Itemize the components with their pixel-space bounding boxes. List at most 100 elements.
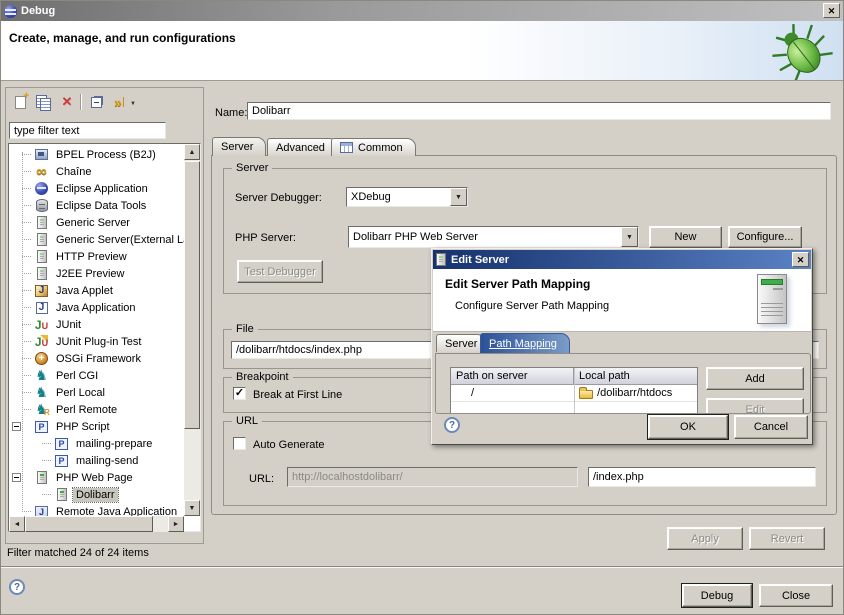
tree-item[interactable]: Perl Remote — [9, 401, 184, 418]
filter-icon — [114, 94, 124, 110]
tree-item[interactable]: Perl Local — [9, 384, 184, 401]
server-icon — [37, 267, 47, 280]
name-label: Name: — [215, 106, 247, 120]
ok-button[interactable]: OK — [648, 415, 728, 439]
tree-item[interactable]: PHP Web Page — [9, 469, 184, 486]
tree-item-label: Generic Server — [53, 216, 133, 230]
tree-item[interactable]: Java Application — [9, 299, 184, 316]
add-mapping-button[interactable]: Add — [706, 367, 804, 390]
java-icon — [36, 302, 48, 314]
junitp-icon — [35, 335, 48, 349]
collapse-expander-icon[interactable] — [12, 473, 21, 482]
new-configuration-button[interactable] — [9, 91, 31, 113]
column-path-on-server[interactable]: Path on server — [451, 368, 574, 384]
tree-item-label: JUnit Plug-in Test — [53, 335, 144, 349]
scroll-left-button[interactable]: ◄ — [9, 516, 25, 532]
break-first-line-checkbox[interactable] — [233, 387, 246, 400]
break-first-line-label: Break at First Line — [253, 388, 342, 402]
duplicate-configuration-button[interactable] — [32, 91, 54, 113]
tab-advanced[interactable]: Advanced — [267, 138, 338, 156]
delete-configuration-button[interactable] — [56, 91, 78, 113]
edit-server-title: Edit Server — [451, 254, 509, 266]
close-icon — [797, 254, 805, 266]
server-debugger-combo[interactable]: XDebug — [346, 187, 468, 207]
eclipse-icon — [4, 5, 17, 18]
dialog-tab-server[interactable]: Server — [436, 334, 486, 352]
auto-generate-checkbox[interactable] — [233, 437, 246, 450]
collapse-all-button[interactable] — [85, 91, 107, 113]
window-titlebar[interactable]: Debug — [1, 1, 844, 21]
window-title: Debug — [21, 5, 55, 17]
tree-item-label: Dolibarr — [73, 488, 118, 502]
tree-item[interactable]: Remote Java Application — [9, 503, 184, 516]
scroll-down-button[interactable]: ▼ — [184, 500, 200, 516]
server-icon — [37, 250, 47, 263]
debug-button[interactable]: Debug — [682, 584, 752, 607]
edit-server-header: Edit Server Path Mapping Configure Serve… — [433, 269, 811, 332]
dropdown-arrow-icon[interactable] — [450, 188, 467, 206]
tree-item-label: Generic Server(External La — [53, 233, 184, 247]
dialog-tab-path-mapping-label: Path Mapping — [489, 338, 557, 350]
revert-button[interactable]: Revert — [749, 527, 825, 550]
php-icon — [55, 455, 68, 467]
tree-item[interactable]: PHP Script — [9, 418, 184, 435]
tree-item[interactable]: Java Applet — [9, 282, 184, 299]
config-tree: BPEL Process (B2J) Chaîne Eclipse Applic… — [9, 146, 184, 516]
filter-status: Filter matched 24 of 24 items — [7, 547, 149, 559]
tree-item[interactable]: JUnit — [9, 316, 184, 333]
window-close-button[interactable] — [823, 3, 840, 18]
tree-item[interactable]: mailing-prepare — [9, 435, 184, 452]
tree-item[interactable]: mailing-send — [9, 452, 184, 469]
php-server-label: PHP Server: — [235, 231, 296, 245]
collapse-expander-icon[interactable] — [12, 422, 21, 431]
server-icon — [37, 216, 47, 229]
dialog-tab-server-label: Server — [445, 338, 477, 350]
filter-menu-button[interactable] — [127, 91, 139, 113]
tree-item[interactable]: Eclipse Application — [9, 180, 184, 197]
tab-common[interactable]: Common — [331, 138, 416, 156]
path-mapping-table[interactable]: Path on server Local path / /dolibarr/ht… — [450, 367, 698, 414]
server-icon — [436, 253, 446, 266]
edit-server-titlebar[interactable]: Edit Server — [433, 250, 811, 269]
tree-item[interactable]: Generic Server(External La — [9, 231, 184, 248]
apply-button[interactable]: Apply — [667, 527, 743, 550]
edit-server-close-button[interactable] — [792, 252, 809, 267]
filter-input[interactable] — [9, 122, 166, 139]
dialog-help-button[interactable] — [444, 417, 460, 433]
url-group-title: URL — [232, 414, 262, 428]
tab-server[interactable]: Server — [212, 137, 266, 156]
column-local-path[interactable]: Local path — [574, 368, 697, 384]
scroll-right-button[interactable]: ► — [168, 516, 184, 532]
dropdown-arrow-icon[interactable] — [621, 227, 638, 247]
cancel-button[interactable]: Cancel — [734, 415, 808, 439]
local-path-cell: /dolibarr/htdocs — [574, 385, 697, 401]
tree-item[interactable]: Perl CGI — [9, 367, 184, 384]
tree-item-label: Perl Local — [53, 386, 108, 400]
horizontal-scroll-thumb[interactable] — [25, 516, 153, 532]
tree-item[interactable]: JUnit Plug-in Test — [9, 333, 184, 350]
new-server-button[interactable]: New — [649, 226, 722, 248]
php-server-combo[interactable]: Dolibarr PHP Web Server — [348, 226, 639, 248]
tree-item-label: Eclipse Data Tools — [53, 199, 149, 213]
test-debugger-button[interactable]: Test Debugger — [237, 260, 323, 283]
tree-item[interactable]: J2EE Preview — [9, 265, 184, 282]
vertical-scroll-thumb[interactable] — [184, 161, 200, 429]
tree-item[interactable]: BPEL Process (B2J) — [9, 146, 184, 163]
name-input[interactable] — [247, 102, 831, 120]
breakpoint-group-title: Breakpoint — [232, 370, 293, 384]
close-button[interactable]: Close — [759, 584, 833, 607]
tree-item[interactable]: OSGi Framework — [9, 350, 184, 367]
tree-item[interactable]: Generic Server — [9, 214, 184, 231]
tree-item[interactable]: Dolibarr — [9, 486, 184, 503]
configure-server-button[interactable]: Configure... — [728, 226, 802, 248]
url-path-input[interactable] — [588, 467, 816, 487]
path-mapping-row[interactable]: / /dolibarr/htdocs — [451, 385, 697, 402]
tree-item[interactable]: Chaîne — [9, 163, 184, 180]
server-group-title: Server — [232, 161, 272, 175]
scroll-up-button[interactable]: ▲ — [184, 144, 200, 160]
help-button[interactable] — [9, 579, 25, 595]
edit-mapping-button[interactable]: Edit — [706, 398, 804, 414]
dialog-tab-path-mapping[interactable]: Path Mapping — [480, 333, 570, 353]
tree-item[interactable]: Eclipse Data Tools — [9, 197, 184, 214]
tree-item[interactable]: HTTP Preview — [9, 248, 184, 265]
